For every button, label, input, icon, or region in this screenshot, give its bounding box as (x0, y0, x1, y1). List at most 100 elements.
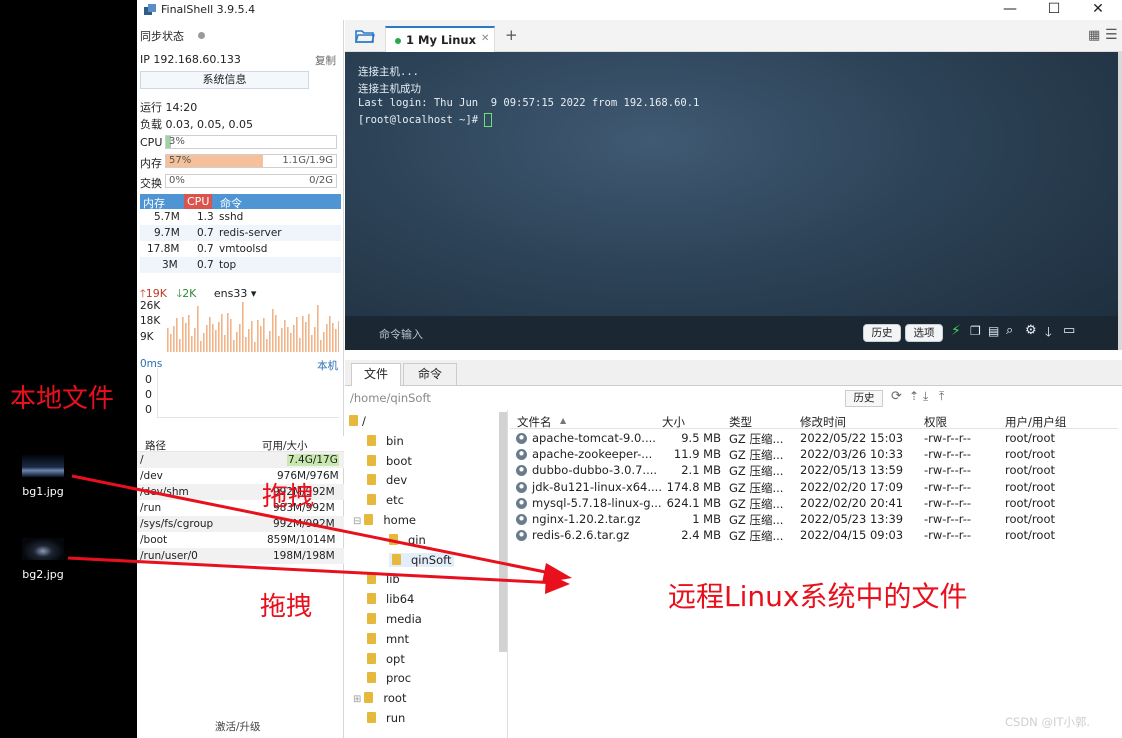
file-row[interactable]: apache-tomcat-9.0.... 9.5 MB GZ 压缩... 2022/… (510, 430, 1118, 446)
window-icon[interactable]: ▭ (1063, 323, 1075, 338)
archive-file-icon (516, 481, 527, 493)
grid-view-icon[interactable]: ▦ (1088, 28, 1100, 43)
process-row[interactable]: 17.8M 0.7 vmtoolsd (140, 241, 341, 257)
system-info-button[interactable]: 系统信息 (140, 71, 309, 89)
folder-open-icon[interactable] (355, 29, 375, 44)
traffic-bar (278, 336, 280, 352)
tree-item[interactable]: dev (367, 473, 407, 487)
column-header-owner[interactable]: 用户/用户组 (1005, 414, 1066, 430)
path-input[interactable]: /home/qinSoft (350, 391, 431, 405)
disk-path: /boot (140, 534, 168, 546)
collapse-icon[interactable]: ⊟ (353, 516, 361, 527)
file-size: 9.5 MB (681, 431, 721, 445)
file-mtime: 2022/03/26 10:33 (800, 447, 904, 462)
tree-item[interactable]: boot (367, 454, 412, 468)
file-row[interactable]: mysql-5.7.18-linux-g... 624.1 MB GZ 压缩... 2… (510, 495, 1118, 511)
desktop-file-bg2[interactable]: bg2.jpg (13, 538, 73, 581)
tab-my-linux[interactable]: 1 My Linux ✕ (385, 26, 495, 52)
tab-commands[interactable]: 命令 (403, 363, 457, 385)
tree-item[interactable]: proc (367, 671, 411, 685)
file-row[interactable]: redis-6.2.6.tar.gz 2.4 MB GZ 压缩... 2022/04/… (510, 527, 1118, 543)
column-header-path[interactable]: 路径 (145, 438, 166, 453)
command-input[interactable]: 命令输入 (379, 326, 423, 342)
disk-path: /dev (140, 470, 163, 482)
tree-item[interactable]: ⊟ home (353, 513, 416, 527)
traffic-bar (218, 322, 220, 352)
close-tab-icon[interactable]: ✕ (481, 33, 489, 44)
menu-icon[interactable]: ☰ (1105, 27, 1118, 43)
options-button[interactable]: 选项 (905, 324, 943, 342)
traffic-bar (323, 332, 325, 352)
tree-item[interactable]: bin (367, 434, 404, 448)
close-button[interactable]: ✕ (1076, 0, 1120, 20)
arrow-down-icon[interactable]: 🡓 (1045, 323, 1052, 345)
copy-ip-link[interactable]: 复制 (315, 53, 336, 68)
process-row[interactable]: 3M 0.7 top (140, 257, 341, 273)
tree-item[interactable]: mnt (367, 632, 409, 646)
tree-item[interactable]: etc (367, 493, 404, 507)
tree-item[interactable]: lib64 (367, 592, 414, 606)
file-row[interactable]: apache-zookeeper-... 11.9 MB GZ 压缩... 2022/… (510, 446, 1118, 462)
refresh-icon[interactable]: ⟳ (891, 389, 902, 404)
process-row[interactable]: 5.7M 1.3 sshd (140, 209, 341, 225)
file-perm: -rw-r--r-- (924, 512, 972, 526)
lightning-icon[interactable]: ⚡ (951, 323, 961, 339)
tree-item[interactable]: media (367, 612, 422, 626)
column-header-name[interactable]: 文件名 (517, 414, 552, 430)
maximize-button[interactable]: ☐ (1032, 0, 1076, 20)
tree-scrollbar[interactable] (499, 412, 507, 652)
disk-row[interactable]: /boot 859M/1014M (137, 532, 344, 548)
search-icon[interactable]: ⌕ (1006, 323, 1013, 338)
upload-icon[interactable]: ⤒ (939, 389, 944, 404)
terminal-scrollbar[interactable] (1118, 52, 1122, 350)
tree-item[interactable]: lib (367, 572, 400, 586)
file-row[interactable]: dubbo-dubbo-3.0.7.... 2.1 MB GZ 压缩... 2022/… (510, 462, 1118, 478)
traffic-bar (305, 322, 307, 352)
traffic-bar (185, 323, 187, 352)
add-tab-icon[interactable]: + (505, 26, 518, 44)
desktop-file-bg1[interactable]: bg1.jpg (13, 455, 73, 498)
activate-upgrade-link[interactable]: 激活/升级 (215, 719, 261, 734)
file-perm: -rw-r--r-- (924, 479, 972, 494)
history-button[interactable]: 历史 (863, 324, 901, 342)
net-tick: 9K (140, 331, 154, 343)
file-owner: root/root (1005, 447, 1055, 462)
column-header-mtime[interactable]: 修改时间 (800, 414, 846, 430)
minimize-button[interactable]: — (988, 0, 1032, 20)
gear-icon[interactable]: ⚙ (1025, 323, 1037, 338)
tree-item-label: boot (386, 453, 412, 468)
file-row[interactable]: jdk-8u121-linux-x64.... 174.8 MB GZ 压缩... 2… (510, 479, 1118, 495)
traffic-bar (212, 324, 214, 352)
ping-value: 0 (145, 388, 152, 401)
disk-row[interactable]: /sys/fs/cgroup 992M/992M (137, 516, 344, 532)
tree-item[interactable]: qinSoft (389, 552, 455, 567)
up-dir-icon[interactable]: ⇡ (909, 389, 919, 403)
expand-icon[interactable]: ⊞ (353, 694, 361, 705)
disk-row[interactable]: / 7.4G/17G (137, 452, 344, 468)
paste-icon[interactable]: ▤ (988, 324, 999, 338)
tab-files[interactable]: 文件 (351, 363, 401, 386)
column-header-type[interactable]: 类型 (729, 414, 752, 430)
column-header-size[interactable]: 大小 (662, 414, 685, 430)
file-mtime: 2022/05/13 13:59 (800, 463, 904, 478)
copy-icon[interactable]: ❐ (970, 324, 981, 338)
disk-row[interactable]: /run/user/0 198M/198M (137, 548, 344, 564)
download-icon[interactable]: ⤓ (923, 389, 928, 404)
tree-item-label: dev (386, 473, 408, 488)
tree-item[interactable]: opt (367, 652, 405, 666)
tree-item[interactable]: / (349, 414, 366, 428)
column-header-perm[interactable]: 权限 (924, 414, 947, 430)
process-row[interactable]: 9.7M 0.7 redis-server (140, 225, 341, 241)
terminal[interactable]: 连接主机... 连接主机成功 Last login: Thu Jun 9 09:… (345, 52, 1118, 350)
process-mem: 9.7M (154, 227, 180, 239)
process-mem: 5.7M (154, 211, 180, 223)
column-header-cpu[interactable]: CPU (184, 194, 213, 209)
tree-item[interactable]: qin (389, 533, 426, 547)
tree-item[interactable]: ⊞ root (353, 691, 406, 705)
file-row[interactable]: nginx-1.20.2.tar.gz 1 MB GZ 压缩... 2022/05/2… (510, 511, 1118, 527)
column-header-size[interactable]: 可用/大小 (262, 438, 308, 453)
traffic-bar (296, 317, 298, 352)
desktop-file-label: bg1.jpg (22, 485, 64, 498)
tree-item[interactable]: run (367, 711, 405, 725)
path-history-button[interactable]: 历史 (845, 390, 883, 407)
